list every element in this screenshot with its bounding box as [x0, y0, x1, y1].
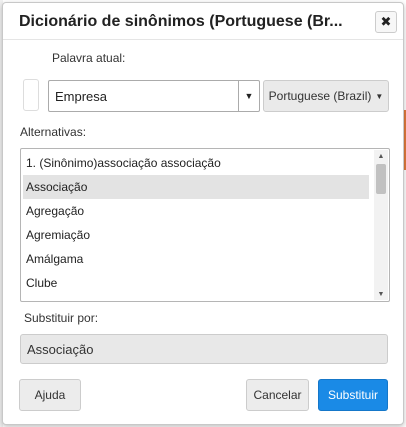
list-scrollbar[interactable]: ▲ ▼: [374, 150, 388, 300]
thesaurus-dialog: Dicionário de sinônimos (Portuguese (Br.…: [2, 2, 404, 425]
cancel-button[interactable]: Cancelar: [246, 379, 309, 411]
alternatives-label: Alternativas:: [20, 125, 87, 139]
replace-button[interactable]: Substituir: [318, 379, 388, 411]
alternatives-list[interactable]: 1. (Sinônimo)associação associação Assoc…: [20, 148, 390, 302]
scroll-down-icon[interactable]: ▼: [374, 288, 388, 300]
replace-with-label: Substituir por:: [24, 311, 99, 325]
replace-with-field[interactable]: Associação: [20, 334, 388, 364]
word-indicator-box: [23, 79, 39, 111]
list-item[interactable]: Clube: [23, 271, 369, 295]
list-item[interactable]: Agregação: [23, 199, 369, 223]
list-item[interactable]: Agremiação: [23, 223, 369, 247]
chevron-down-icon: ▼: [244, 91, 254, 101]
close-icon: ✖: [380, 14, 392, 29]
combobox-dropdown-button[interactable]: ▼: [238, 81, 259, 111]
scroll-up-icon[interactable]: ▲: [374, 150, 388, 162]
language-label: Portuguese (Brazil): [268, 89, 372, 103]
list-item-selected[interactable]: Associação: [23, 175, 369, 199]
language-button[interactable]: Portuguese (Brazil) ▼: [263, 80, 389, 112]
current-word-label: Palavra atual:: [52, 51, 126, 65]
list-item[interactable]: 1. (Sinônimo)associação associação: [23, 151, 369, 175]
chevron-down-icon: ▼: [375, 91, 384, 101]
current-word-input[interactable]: [49, 81, 229, 111]
dialog-header: Dicionário de sinônimos (Portuguese (Br.…: [3, 3, 403, 40]
scroll-thumb[interactable]: [376, 164, 386, 194]
current-word-combobox[interactable]: ▼: [48, 80, 260, 112]
dialog-title: Dicionário de sinônimos (Portuguese (Br.…: [19, 13, 343, 30]
help-button[interactable]: Ajuda: [19, 379, 81, 411]
list-item[interactable]: Amálgama: [23, 247, 369, 271]
close-button[interactable]: ✖: [375, 11, 397, 33]
